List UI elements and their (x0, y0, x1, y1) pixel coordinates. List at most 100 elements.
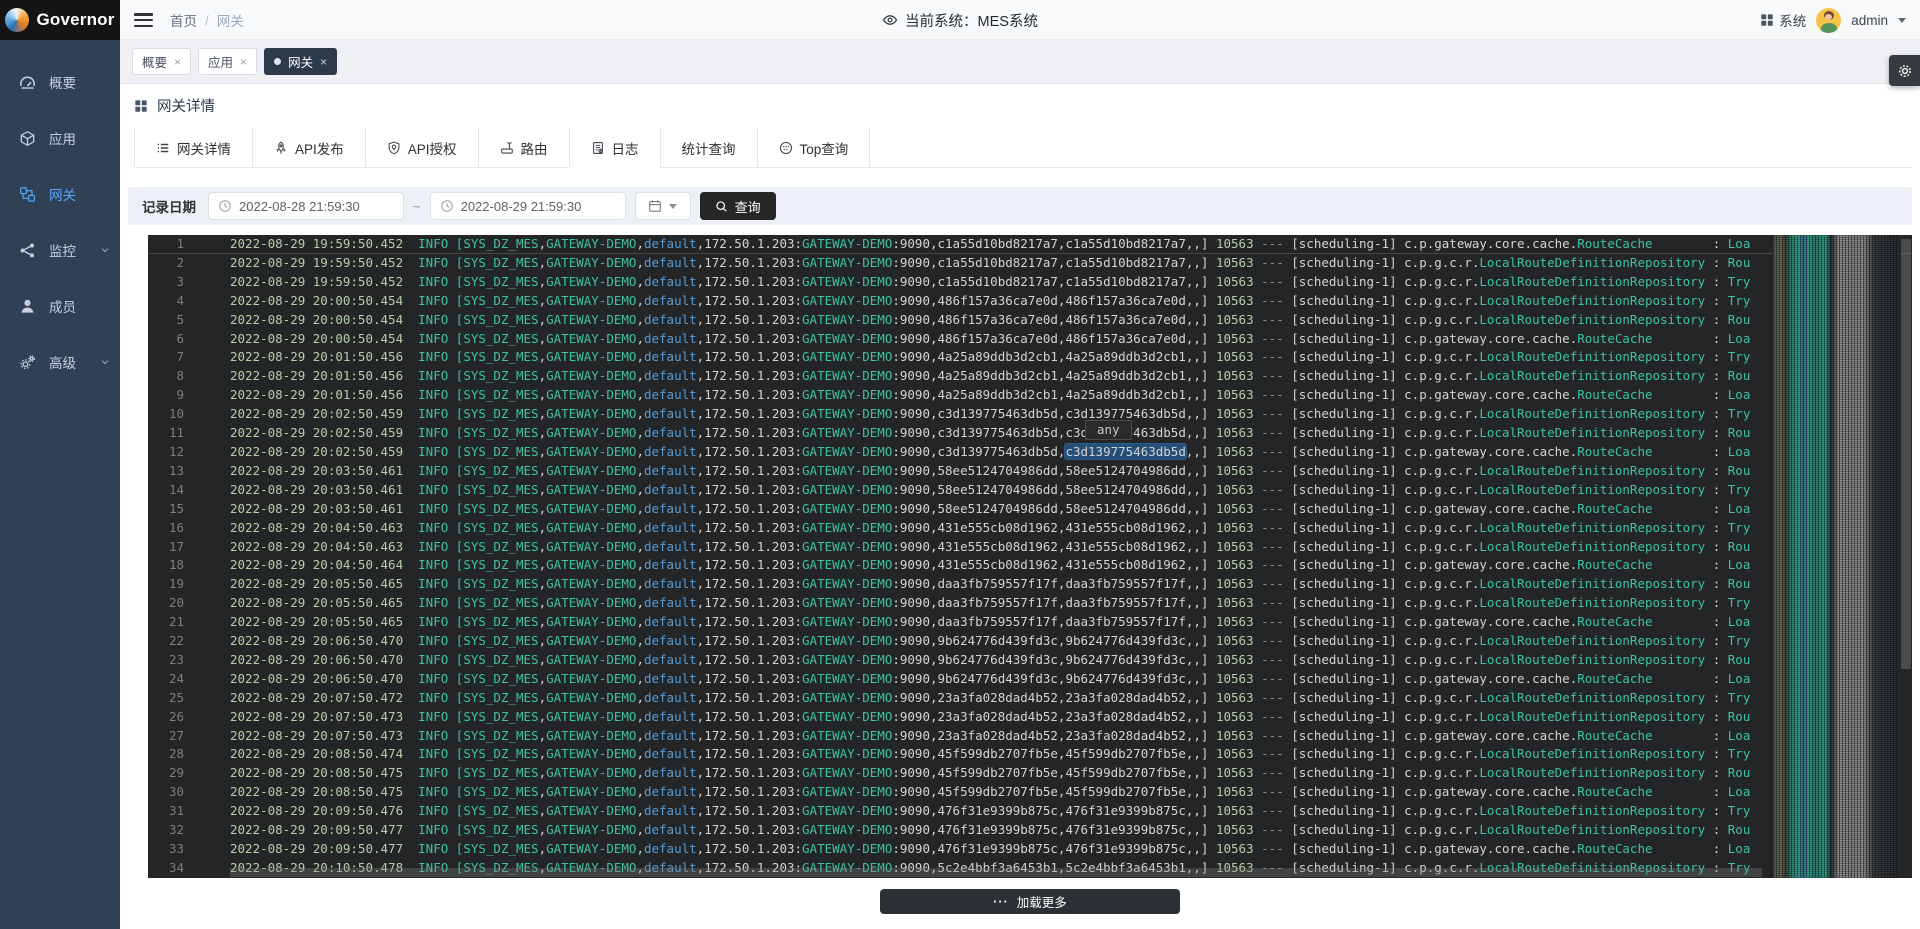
line-number: 31 (148, 802, 184, 821)
line-number: 19 (148, 575, 184, 594)
settings-gear-button[interactable] (1889, 55, 1920, 86)
line-number: 11 (148, 424, 184, 443)
log-line: 222022-08-29 20:06:50.470 INFO [SYS_DZ_M… (148, 632, 1912, 651)
close-icon[interactable]: × (240, 56, 247, 68)
search-button[interactable]: 查询 (700, 192, 776, 220)
vertical-scrollbar[interactable] (1901, 239, 1911, 669)
start-date-value[interactable] (239, 199, 394, 214)
log-line: 332022-08-29 20:09:50.477 INFO [SYS_DZ_M… (148, 840, 1912, 859)
line-number: 30 (148, 783, 184, 802)
dashboard-icon (19, 74, 36, 91)
tab-网关详情[interactable]: 网关详情 (134, 128, 253, 168)
line-number: 20 (148, 594, 184, 613)
tab-label: Top查询 (800, 138, 849, 158)
line-number: 34 (148, 859, 184, 878)
sidebar-item-label: 概要 (49, 72, 76, 92)
tab-统计查询[interactable]: 统计查询 (661, 128, 758, 168)
line-number: 2 (148, 254, 184, 273)
sidebar-item-监控[interactable]: 监控 (0, 222, 120, 278)
workspace-tab-label: 概要 (142, 52, 167, 71)
breadcrumb: 首页 / 网关 (170, 0, 244, 40)
sidebar-item-成员[interactable]: 成员 (0, 278, 120, 334)
highlighted-trace: c3d139775463db5d (1065, 444, 1185, 459)
end-date-value[interactable] (461, 199, 616, 214)
log-line: 92022-08-29 20:01:50.456 INFO [SYS_DZ_ME… (148, 386, 1912, 405)
tab-日志[interactable]: 日志 (570, 128, 661, 168)
line-number: 6 (148, 330, 184, 349)
calendar-icon (648, 199, 662, 213)
line-number: 14 (148, 481, 184, 500)
sidebar-item-label: 高级 (49, 352, 76, 372)
load-more-button[interactable]: ··· 加载更多 (880, 889, 1180, 914)
app-logo: Governor (0, 0, 120, 40)
grid-icon (1760, 13, 1774, 27)
system-menu[interactable]: 系统 (1760, 10, 1806, 30)
date-shortcut-dropdown[interactable] (635, 192, 691, 220)
avatar[interactable] (1816, 8, 1841, 33)
sidebar-item-应用[interactable]: 应用 (0, 110, 120, 166)
close-icon[interactable]: × (174, 56, 181, 68)
minimap[interactable] (1773, 235, 1899, 878)
log-line: 32022-08-29 19:59:50.452 INFO [SYS_DZ_ME… (148, 273, 1912, 292)
sidebar-item-网关[interactable]: 网关 (0, 166, 120, 222)
workspace-tab-label: 网关 (288, 52, 313, 71)
sidebar-item-概要[interactable]: 概要 (0, 54, 120, 110)
list-icon (156, 141, 170, 155)
workspace-tab-应用[interactable]: 应用 × (198, 48, 257, 75)
tabs-filler (870, 128, 1912, 168)
log-viewer[interactable]: 12022-08-29 19:59:50.452 INFO [SYS_DZ_ME… (148, 235, 1912, 878)
log-line: 162022-08-29 20:04:50.463 INFO [SYS_DZ_M… (148, 519, 1912, 538)
line-number: 15 (148, 500, 184, 519)
hamburger-menu-icon[interactable] (134, 13, 153, 28)
tab-API发布[interactable]: API发布 (253, 128, 366, 168)
line-number: 33 (148, 840, 184, 859)
sidebar-item-label: 应用 (49, 128, 76, 148)
chevron-down-icon (99, 244, 111, 256)
top-icon (779, 141, 793, 155)
log-line: 52022-08-29 20:00:50.454 INFO [SYS_DZ_ME… (148, 311, 1912, 330)
log-line: 272022-08-29 20:07:50.473 INFO [SYS_DZ_M… (148, 727, 1912, 746)
tab-API授权[interactable]: API授权 (366, 128, 479, 168)
line-number: 16 (148, 519, 184, 538)
line-number: 4 (148, 292, 184, 311)
topbar-right: 系统 admin (1760, 0, 1906, 40)
end-date-input[interactable] (430, 192, 626, 220)
line-number: 24 (148, 670, 184, 689)
log-line: 302022-08-29 20:08:50.475 INFO [SYS_DZ_M… (148, 783, 1912, 802)
workspace-tab-网关[interactable]: 网关 × (264, 48, 337, 75)
log-line: 142022-08-29 20:03:50.461 INFO [SYS_DZ_M… (148, 481, 1912, 500)
workspace-tab-label: 应用 (208, 52, 233, 71)
page-title: 网关详情 (157, 95, 215, 116)
log-line: 242022-08-29 20:06:50.470 INFO [SYS_DZ_M… (148, 670, 1912, 689)
range-separator: ~ (413, 199, 421, 214)
line-number: 5 (148, 311, 184, 330)
log-line: 202022-08-29 20:05:50.465 INFO [SYS_DZ_M… (148, 594, 1912, 613)
tab-路由[interactable]: 路由 (479, 128, 570, 168)
start-date-input[interactable] (208, 192, 404, 220)
username[interactable]: admin (1851, 13, 1888, 28)
line-number: 1 (148, 235, 184, 254)
tab-label: 日志 (612, 138, 639, 158)
breadcrumb-home[interactable]: 首页 (170, 10, 197, 30)
horizontal-scrollbar[interactable] (230, 868, 1762, 877)
log-line: 312022-08-29 20:09:50.476 INFO [SYS_DZ_M… (148, 802, 1912, 821)
line-number: 25 (148, 689, 184, 708)
log-line: 62022-08-29 20:00:50.454 INFO [SYS_DZ_ME… (148, 330, 1912, 349)
line-number: 28 (148, 745, 184, 764)
line-number: 21 (148, 613, 184, 632)
logo-icon (5, 8, 29, 32)
line-number: 10 (148, 405, 184, 424)
advanced-icon (19, 354, 36, 371)
line-number: 17 (148, 538, 184, 557)
log-line: 152022-08-29 20:03:50.461 INFO [SYS_DZ_M… (148, 500, 1912, 519)
chevron-down-icon[interactable] (1898, 18, 1906, 23)
sidebar-item-高级[interactable]: 高级 (0, 334, 120, 390)
ellipsis-icon: ··· (993, 895, 1009, 909)
line-number: 27 (148, 727, 184, 746)
line-number: 8 (148, 367, 184, 386)
filter-label: 记录日期 (142, 196, 196, 216)
current-system-title: 当前系统：MES系统 (882, 0, 1038, 40)
workspace-tab-概要[interactable]: 概要 × (132, 48, 191, 75)
close-icon[interactable]: × (320, 56, 327, 68)
tab-Top查询[interactable]: Top查询 (758, 128, 871, 168)
